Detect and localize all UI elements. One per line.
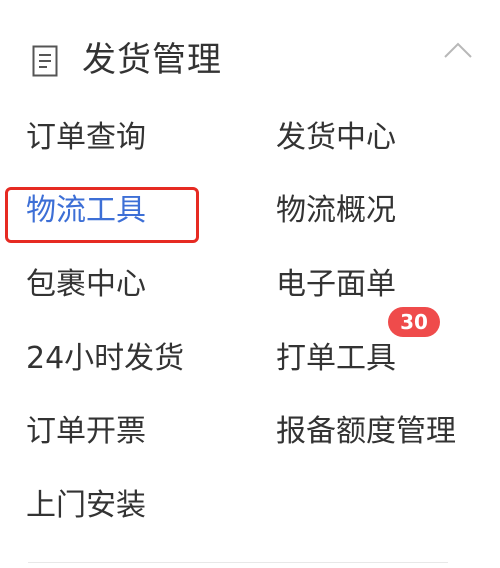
divider — [28, 562, 448, 563]
section-header[interactable]: 发货管理 — [0, 0, 500, 110]
menu-item-order-invoicing[interactable]: 订单开票 — [26, 412, 146, 452]
menu-item-logistics-tools[interactable]: 物流工具 — [26, 191, 146, 231]
menu-item-24h-shipping[interactable]: 24小时发货 — [26, 339, 184, 379]
menu-item-quota-management[interactable]: 报备额度管理 — [276, 412, 456, 452]
menu-item-electronic-waybill[interactable]: 电子面单 — [276, 265, 396, 305]
chevron-up-icon[interactable] — [442, 40, 474, 60]
menu-item-print-tool[interactable]: 打单工具 — [276, 339, 396, 379]
document-list-icon — [32, 45, 58, 77]
menu-item-package-center[interactable]: 包裹中心 — [26, 265, 146, 305]
section-title: 发货管理 — [82, 40, 222, 80]
menu-item-order-query[interactable]: 订单查询 — [26, 118, 146, 158]
menu-item-logistics-overview[interactable]: 物流概况 — [276, 191, 396, 231]
shipping-management-panel: 发货管理 订单查询 发货中心 物流工具 物流概况 包裹中心 电子面单 24小时发… — [0, 0, 500, 568]
menu-item-onsite-installation[interactable]: 上门安装 — [26, 486, 146, 526]
menu-item-shipping-center[interactable]: 发货中心 — [276, 118, 396, 158]
notification-badge: 30 — [388, 307, 440, 337]
